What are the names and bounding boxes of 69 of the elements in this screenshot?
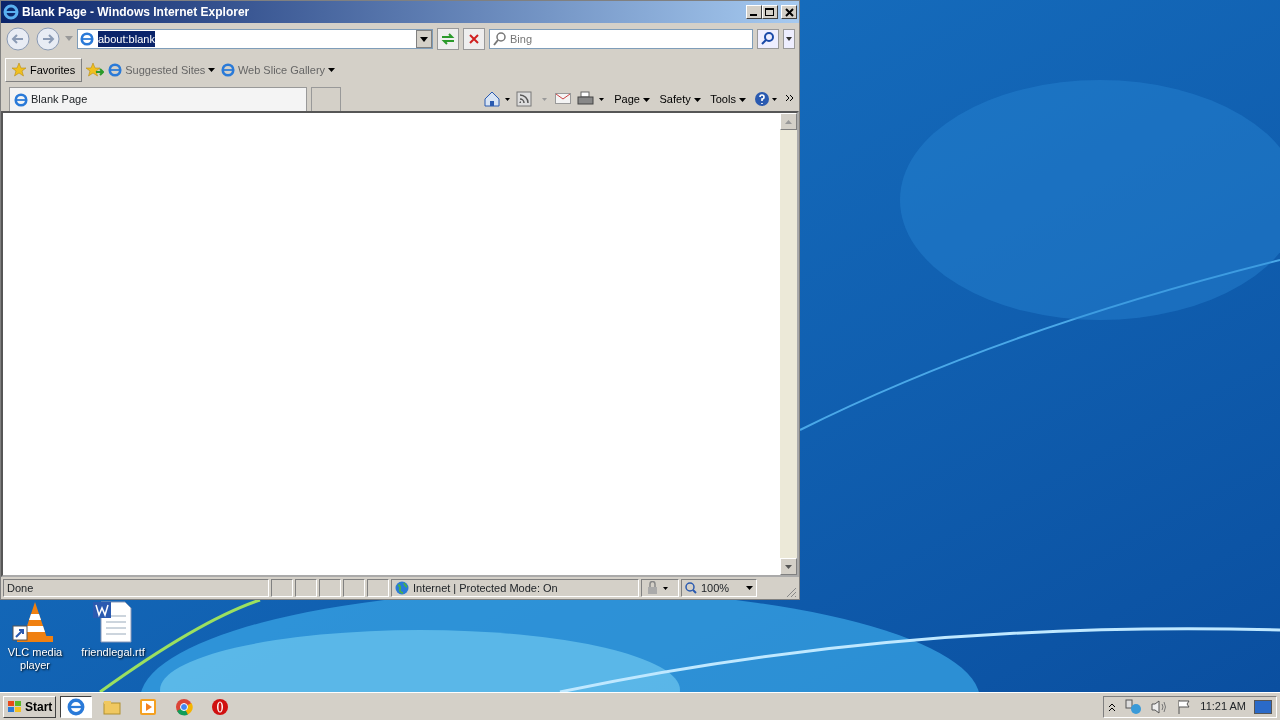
start-button[interactable]: Start bbox=[3, 695, 57, 718]
play-icon bbox=[139, 697, 158, 716]
favorites-link[interactable]: Suggested Sites bbox=[108, 61, 216, 79]
clock[interactable]: 11:21 AM bbox=[1200, 698, 1246, 715]
mail-icon[interactable] bbox=[555, 93, 572, 105]
back-icon[interactable] bbox=[5, 26, 31, 52]
close-button[interactable] bbox=[781, 5, 797, 19]
scrollbar[interactable] bbox=[780, 113, 797, 575]
close-icon bbox=[784, 7, 794, 17]
window-title: Blank Page - Windows Internet Explorer bbox=[22, 4, 250, 21]
page-icon bbox=[80, 32, 94, 46]
status-text: Done bbox=[7, 580, 34, 596]
home-icon[interactable] bbox=[484, 91, 511, 107]
stop-icon[interactable] bbox=[463, 28, 485, 50]
favorites-button[interactable]: Favorites bbox=[5, 57, 83, 83]
desktop-icon-label[interactable]: friendlegal.rtf bbox=[81, 646, 145, 659]
maximize-button[interactable] bbox=[762, 5, 779, 19]
globe-icon bbox=[395, 581, 409, 595]
caret-icon bbox=[693, 97, 701, 102]
caret-icon bbox=[208, 68, 216, 72]
dropdown-button[interactable] bbox=[416, 30, 432, 48]
status-pane bbox=[367, 579, 389, 597]
dropdown-icon[interactable] bbox=[783, 29, 795, 49]
chevron-up-icon[interactable] bbox=[1108, 701, 1117, 712]
caret-icon bbox=[739, 97, 746, 102]
caret-icon bbox=[328, 68, 336, 72]
status-pane bbox=[271, 579, 293, 597]
browser-tab[interactable]: Blank Page bbox=[9, 87, 307, 111]
address-text: about:blank bbox=[98, 30, 155, 48]
refresh-icon[interactable] bbox=[437, 28, 459, 50]
caret-icon bbox=[420, 36, 428, 42]
browser-logo-icon bbox=[220, 63, 235, 77]
favorites-link[interactable]: Web Slice Gallery bbox=[220, 61, 336, 79]
menu-button[interactable]: Tools bbox=[708, 90, 748, 108]
address-field[interactable]: about:blank bbox=[77, 29, 433, 49]
add-favorite-icon[interactable] bbox=[86, 62, 105, 78]
desktop-icon-label[interactable]: VLC media player bbox=[3, 646, 67, 672]
resize-grip-icon[interactable] bbox=[785, 586, 797, 598]
browser-taskbar-button[interactable] bbox=[60, 695, 93, 718]
menu-button[interactable]: Page bbox=[612, 90, 652, 108]
browser-logo-icon bbox=[14, 92, 28, 107]
search-field[interactable]: Bing bbox=[489, 29, 753, 49]
security-zone-text: Internet | Protected Mode: On bbox=[413, 580, 558, 596]
forward-icon[interactable] bbox=[35, 26, 61, 52]
minimize-button[interactable] bbox=[746, 5, 763, 19]
feed-icon[interactable] bbox=[515, 91, 550, 107]
browser-logo-icon bbox=[3, 4, 19, 20]
flag-icon[interactable] bbox=[1176, 698, 1193, 715]
windows-logo-icon bbox=[7, 699, 23, 714]
zoom-icon bbox=[685, 582, 697, 594]
status-pane bbox=[295, 579, 317, 597]
browser-logo-icon bbox=[108, 63, 123, 77]
speaker-icon[interactable] bbox=[1150, 698, 1169, 715]
printer-icon[interactable] bbox=[576, 91, 607, 107]
search-icon[interactable] bbox=[757, 29, 779, 49]
help-icon[interactable] bbox=[753, 91, 780, 107]
network-icon[interactable] bbox=[1124, 698, 1143, 715]
chrome-logo-icon bbox=[175, 697, 194, 716]
scroll-down-icon[interactable] bbox=[785, 564, 792, 569]
caret-icon bbox=[643, 97, 650, 102]
show-desktop-icon[interactable] bbox=[1254, 699, 1272, 714]
maximize-icon bbox=[765, 7, 776, 17]
browser-logo-icon bbox=[67, 697, 86, 716]
status-pane bbox=[319, 579, 341, 597]
opera-logo-icon bbox=[211, 697, 230, 716]
menu-button[interactable]: Safety bbox=[657, 90, 703, 108]
folder-icon bbox=[103, 698, 122, 715]
status-pane bbox=[343, 579, 365, 597]
star-icon bbox=[12, 63, 26, 77]
